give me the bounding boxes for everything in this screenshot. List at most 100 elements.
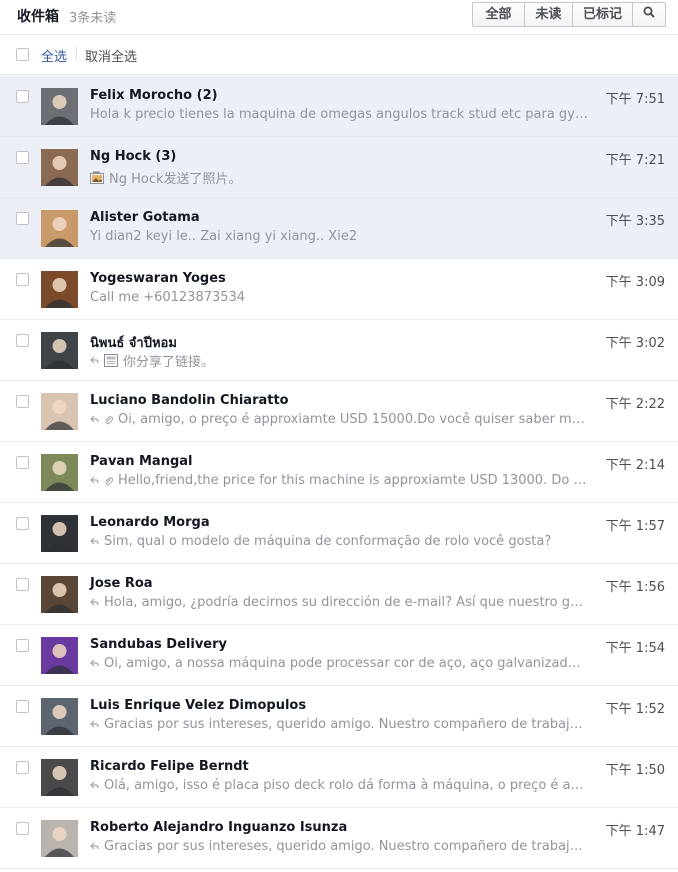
message-row[interactable]: นิพนธ์ จำปีหอม 下午 3:02 你分享了链接。 [0,320,678,381]
avatar[interactable] [41,820,78,857]
snippet-text: Ng Hock发送了照片。 [109,172,242,187]
message-time: 下午 3:09 [605,275,665,290]
avatar-head [52,766,67,780]
search-icon [643,3,655,26]
avatar-head [52,400,67,414]
message-checkbox[interactable] [16,273,29,286]
message-row[interactable]: Ricardo Felipe Berndt 下午 1:50 Olá, amigo, … [0,747,678,808]
avatar[interactable] [41,454,78,491]
message-time: 下午 1:57 [605,519,665,534]
avatar[interactable] [41,515,78,552]
message-checkbox[interactable] [16,639,29,652]
divider [76,47,77,60]
message-checkbox[interactable] [16,90,29,103]
sender-name[interactable]: Jose Roa [90,576,153,591]
message-time: 下午 1:54 [605,641,665,656]
message-time: 下午 2:22 [605,397,665,412]
avatar[interactable] [41,393,78,430]
snippet-text: Gracias por sus intereses, querido amigo… [104,717,588,732]
avatar-head [52,522,67,536]
message-snippet: 你分享了链接。 [90,351,588,370]
snippet-text: Olá, amigo, isso é placa piso deck rolo … [104,778,588,793]
message-time: 下午 1:47 [605,824,665,839]
avatar[interactable] [41,210,78,247]
message-checkbox[interactable] [16,151,29,164]
avatar[interactable] [41,271,78,308]
snippet-text: Hola k precio tienes la maquina de omega… [90,107,588,122]
snippet-text: Sim, qual o modelo de máquina de conform… [104,534,552,549]
message-row[interactable]: Jose Roa 下午 1:56 Hola, amigo, ¿podría deci… [0,564,678,625]
avatar[interactable] [41,332,78,369]
sender-name[interactable]: Pavan Mangal [90,454,192,469]
reply-icon [90,781,99,790]
avatar[interactable] [41,637,78,674]
sender-name[interactable]: นิพนธ์ จำปีหอม [90,332,177,353]
avatar[interactable] [41,576,78,613]
message-time: 下午 1:56 [605,580,665,595]
avatar-head [52,217,67,231]
snippet-text: Oi, amigo, o preço é approxiamte USD 150… [118,412,588,427]
message-checkbox[interactable] [16,700,29,713]
message-snippet: Gracias por sus intereses, querido amigo… [90,717,588,732]
message-snippet: Hola, amigo, ¿podría decirnos su direcci… [90,595,588,610]
message-snippet: Gracias por sus intereses, querido amigo… [90,839,588,854]
select-all-checkbox[interactable] [16,48,29,61]
message-checkbox[interactable] [16,212,29,225]
message-row[interactable]: Roberto Alejandro Inguanzo Isunza 下午 1:47… [0,808,678,869]
snippet-text: Gracias por sus intereses, querido amigo… [104,839,588,854]
avatar[interactable] [41,698,78,735]
sender-name[interactable]: Leonardo Morga [90,515,210,530]
message-row[interactable]: Leonardo Morga 下午 1:57 Sim, qual o modelo … [0,503,678,564]
message-row[interactable]: Luis Enrique Velez Dimopulos 下午 1:52 Graci… [0,686,678,747]
message-row[interactable]: Luciano Bandolin Chiaratto 下午 2:22 Oi, ami… [0,381,678,442]
sender-name[interactable]: Roberto Alejandro Inguanzo Isunza [90,820,347,835]
avatar-head [52,644,67,658]
deselect-all-link[interactable]: 取消全选 [85,46,137,65]
message-checkbox[interactable] [16,334,29,347]
avatar[interactable] [41,88,78,125]
message-checkbox[interactable] [16,456,29,469]
search-button[interactable] [633,3,665,26]
sender-name[interactable]: Luis Enrique Velez Dimopulos [90,698,306,713]
message-checkbox[interactable] [16,578,29,591]
message-snippet: Ng Hock发送了照片。 [90,168,588,187]
filter-all-button[interactable]: 全部 [473,3,525,26]
sender-name[interactable]: Alister Gotama [90,210,200,225]
select-all-link[interactable]: 全选 [41,46,67,65]
reply-icon [90,720,99,729]
message-row[interactable]: Sandubas Delivery 下午 1:54 Oi, amigo, a nos… [0,625,678,686]
snippet-text: 你分享了链接。 [123,355,215,370]
avatar[interactable] [41,759,78,796]
message-time: 下午 2:14 [605,458,665,473]
message-list: Felix Morocho (2) 下午 7:51 Hola k precio ti… [0,76,678,869]
message-row[interactable]: Yogeswaran Yoges 下午 3:09 Call me +60123873… [0,259,678,320]
message-checkbox[interactable] [16,822,29,835]
avatar-head [52,705,67,719]
avatar-head [52,156,67,170]
snippet-text: Call me +60123873534 [90,290,246,305]
avatar[interactable] [41,149,78,186]
sender-name[interactable]: Felix Morocho (2) [90,88,218,103]
photo-icon [90,171,104,184]
message-checkbox[interactable] [16,395,29,408]
avatar-head [52,827,67,841]
reply-icon [90,476,99,485]
filter-group: 全部 未读 已标记 [472,2,666,27]
message-checkbox[interactable] [16,761,29,774]
message-snippet: Olá, amigo, isso é placa piso deck rolo … [90,778,588,793]
sender-name[interactable]: Sandubas Delivery [90,637,227,652]
sender-name[interactable]: Luciano Bandolin Chiaratto [90,393,289,408]
message-row[interactable]: Felix Morocho (2) 下午 7:51 Hola k precio ti… [0,76,678,137]
message-row[interactable]: Alister Gotama 下午 3:35 Yi dian2 keyi le.. … [0,198,678,259]
filter-unread-button[interactable]: 未读 [525,3,573,26]
sender-name[interactable]: Ricardo Felipe Berndt [90,759,249,774]
message-row[interactable]: Pavan Mangal 下午 2:14 Hello,friend,the pric… [0,442,678,503]
filter-marked-button[interactable]: 已标记 [573,3,633,26]
avatar-head [52,95,67,109]
sender-name[interactable]: Ng Hock (3) [90,149,176,164]
sender-name[interactable]: Yogeswaran Yoges [90,271,226,286]
message-snippet: Yi dian2 keyi le.. Zai xiang yi xiang.. … [90,229,588,244]
message-checkbox[interactable] [16,517,29,530]
message-row[interactable]: Ng Hock (3) 下午 7:21 Ng Hock发送了照片。 [0,137,678,198]
snippet-text: Oi, amigo, a nossa máquina pode processa… [104,656,588,671]
